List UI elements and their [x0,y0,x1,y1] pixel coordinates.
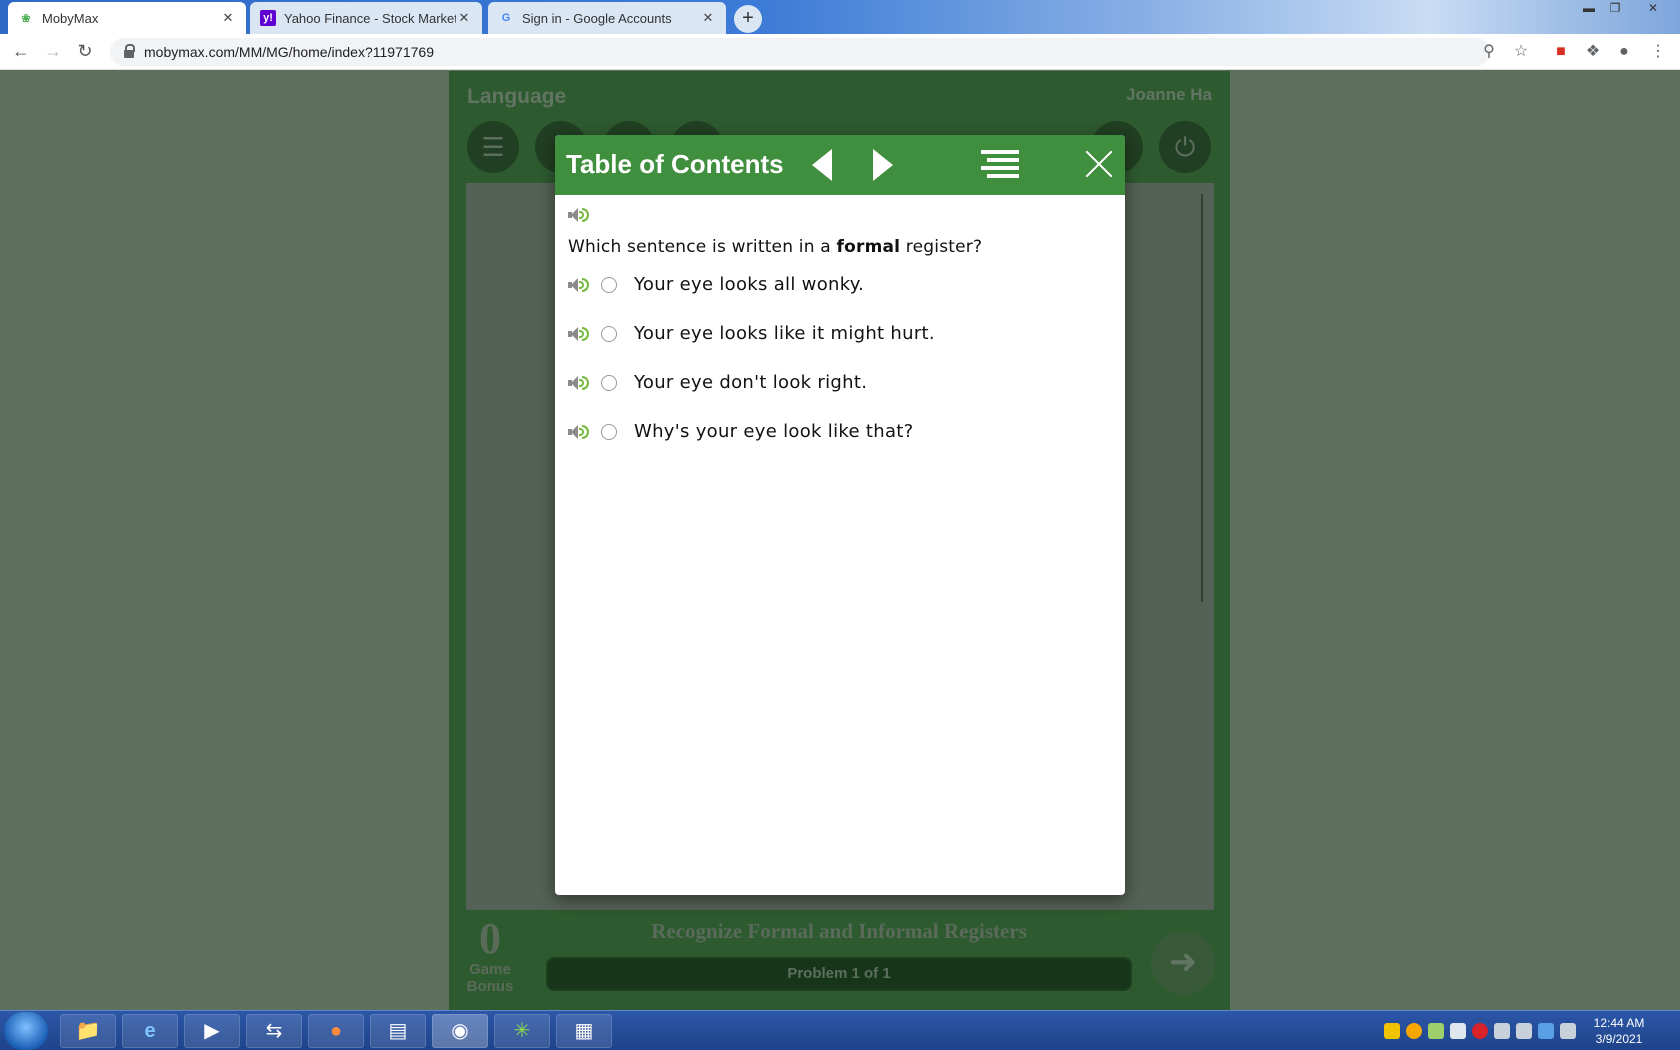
radio-button[interactable] [601,276,617,293]
bookmark-star-icon[interactable]: ☆ [1511,42,1531,62]
answer-choice-2[interactable]: Your eye looks like it might hurt. [568,309,1112,358]
close-modal-icon[interactable] [1084,149,1114,179]
firefox-icon[interactable]: ● [308,1014,364,1048]
close-tab-icon[interactable]: ✕ [456,10,472,26]
close-tab-icon[interactable]: ✕ [220,10,236,26]
tab-title: MobyMax [42,10,99,26]
radio-button[interactable] [601,374,617,391]
close-window-icon[interactable]: ✕ [1640,0,1666,18]
browser-toolbar: ← → ↻ mobymax.com/MM/MG/home/index?11971… [0,34,1680,70]
lock-icon [124,44,135,58]
chrome-icon[interactable]: ◉ [432,1014,488,1048]
clock-date: 3/9/2021 [1595,1032,1643,1046]
document-app-icon[interactable]: ▤ [370,1014,426,1048]
next-triangle-icon[interactable] [873,149,893,181]
extensions-puzzle-icon[interactable]: ❖ [1583,42,1603,62]
google-icon: G [501,12,511,24]
browser-menu-icon[interactable]: ⋮ [1648,42,1668,62]
taskbar-clock[interactable]: 12:44 AM 3/9/2021 [1584,1015,1654,1047]
close-tab-icon[interactable]: ✕ [700,10,716,26]
red-app-icon[interactable] [1472,1023,1488,1039]
teamviewer-icon[interactable]: ⇆ [246,1014,302,1048]
network-status-icon[interactable] [1428,1023,1444,1039]
tab-yahoo-finance[interactable]: y! Yahoo Finance - Stock Market Liv ✕ [250,2,482,34]
table-of-contents-modal: Table of Contents Which sentence is writ… [555,135,1125,895]
url-text: mobymax.com/MM/MG/home/index?11971769 [144,44,434,60]
choice-label: Your eye looks like it might hurt. [634,323,935,344]
media-player-icon[interactable]: ▶ [184,1014,240,1048]
update-icon[interactable] [1406,1023,1422,1039]
question-text-part: Which sentence is written in a [568,237,837,257]
choice-label: Why's your eye look like that? [634,421,914,442]
zoom-icon[interactable]: ⚲ [1479,42,1499,62]
tab-title: Sign in - Google Accounts [522,10,672,26]
start-button[interactable] [4,1012,48,1050]
yahoo-icon: y! [260,10,276,26]
forward-arrow-icon[interactable]: → [40,40,66,64]
question-speaker-icon[interactable] [568,207,590,223]
file-explorer-icon[interactable]: 📁 [60,1014,116,1048]
new-tab-button[interactable]: + [734,5,762,33]
answer-choice-3[interactable]: Your eye don't look right. [568,358,1112,407]
network-icon[interactable] [1516,1023,1532,1039]
display-icon[interactable] [1450,1023,1466,1039]
tab-google-accounts[interactable]: G Sign in - Google Accounts ✕ [488,2,726,34]
calculator-icon[interactable]: ▦ [556,1014,612,1048]
windows-taskbar: 📁 e ▶ ⇆ ● ▤ ◉ ✳ ▦ 12:44 AM 3/9/2021 [0,1010,1680,1050]
choice-label: Your eye don't look right. [634,372,868,393]
question-text-part: register? [900,237,983,257]
clock-time: 12:44 AM [1593,1016,1645,1030]
reload-icon[interactable]: ↻ [72,40,98,64]
tab-title: Yahoo Finance - Stock Market Liv [284,10,456,26]
speaker-icon[interactable] [568,424,590,440]
extension-red-icon[interactable]: ■ [1551,42,1571,62]
restore-icon[interactable]: ❐ [1602,0,1628,18]
modal-header: Table of Contents [555,135,1125,195]
tab-mobymax[interactable]: ❀ MobyMax ✕ [8,2,246,34]
answer-choice-1[interactable]: Your eye looks all wonky. [568,260,1112,309]
system-tray: 12:44 AM 3/9/2021 [1370,1011,1680,1050]
previous-triangle-icon[interactable] [812,149,832,181]
choice-label: Your eye looks all wonky. [634,274,865,295]
speaker-icon[interactable] [568,326,590,342]
address-bar[interactable]: mobymax.com/MM/MG/home/index?11971769 [110,38,1490,66]
radio-button[interactable] [601,325,617,342]
back-arrow-icon[interactable]: ← [8,40,34,64]
minimize-icon[interactable]: ▬ [1576,0,1602,18]
answer-choice-4[interactable]: Why's your eye look like that? [568,407,1112,456]
mobymax-leaf-icon: ❀ [21,12,31,25]
profile-avatar-icon[interactable]: ● [1614,42,1634,62]
radio-button[interactable] [601,423,617,440]
question-text: Which sentence is written in a formal re… [568,237,1112,257]
speaker-icon[interactable] [568,277,590,293]
mobymax-app-icon[interactable]: ✳ [494,1014,550,1048]
question-bold-word: formal [836,237,901,257]
modal-title: Table of Contents [566,149,784,179]
modal-body: Which sentence is written in a formal re… [555,195,1125,468]
browser-tab-strip: ❀ MobyMax ✕ y! Yahoo Finance - Stock Mar… [0,0,1680,34]
contents-list-icon[interactable] [981,150,1019,178]
flag-icon[interactable] [1494,1023,1510,1039]
internet-explorer-icon[interactable]: e [122,1014,178,1048]
shield-icon[interactable] [1384,1023,1400,1039]
answer-choices: Your eye looks all wonky. Your eye looks… [568,260,1112,456]
speaker-icon[interactable] [568,375,590,391]
tray-app-icon[interactable] [1538,1023,1554,1039]
volume-icon[interactable] [1560,1023,1576,1039]
